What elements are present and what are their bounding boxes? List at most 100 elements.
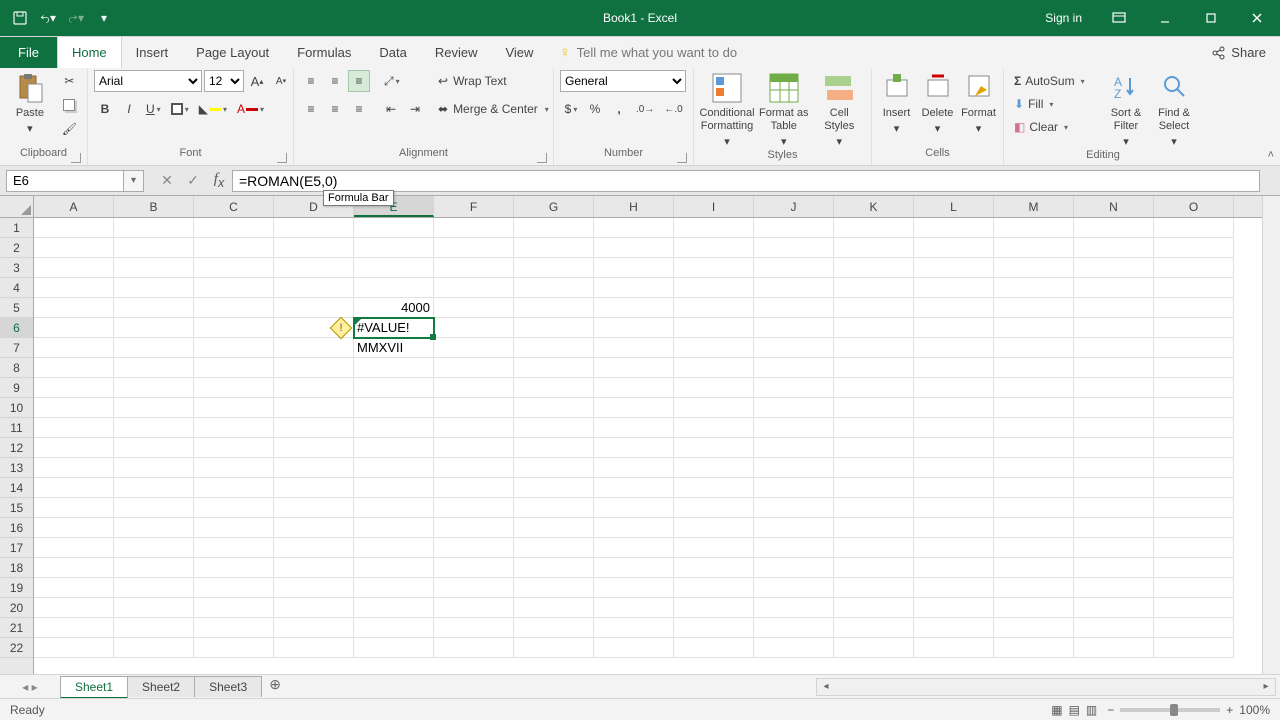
cell-A22[interactable] (34, 638, 114, 658)
cell-J9[interactable] (754, 378, 834, 398)
increase-indent-button[interactable]: ⇥ (404, 98, 426, 120)
insert-cells-button[interactable]: Insert▾ (878, 70, 915, 136)
cell-H20[interactable] (594, 598, 674, 618)
cut-button[interactable]: ✂ (58, 70, 81, 92)
cell-J5[interactable] (754, 298, 834, 318)
increase-decimal-button[interactable]: .0→ (632, 98, 658, 120)
cell-L3[interactable] (914, 258, 994, 278)
row-header-1[interactable]: 1 (0, 218, 33, 238)
fill-button[interactable]: ⬇Fill▾ (1010, 93, 1100, 115)
cell-A3[interactable] (34, 258, 114, 278)
cell-L19[interactable] (914, 578, 994, 598)
name-box[interactable] (6, 170, 124, 192)
cell-M5[interactable] (994, 298, 1074, 318)
cell-M21[interactable] (994, 618, 1074, 638)
cell-I2[interactable] (674, 238, 754, 258)
cell-G11[interactable] (514, 418, 594, 438)
cell-F5[interactable] (434, 298, 514, 318)
cell-C3[interactable] (194, 258, 274, 278)
cell-I3[interactable] (674, 258, 754, 278)
cell-K9[interactable] (834, 378, 914, 398)
cell-A5[interactable] (34, 298, 114, 318)
tab-home[interactable]: Home (57, 37, 122, 68)
cell-O5[interactable] (1154, 298, 1234, 318)
cell-G8[interactable] (514, 358, 594, 378)
cell-I20[interactable] (674, 598, 754, 618)
cell-E18[interactable] (354, 558, 434, 578)
cell-O1[interactable] (1154, 218, 1234, 238)
cell-F12[interactable] (434, 438, 514, 458)
cell-G3[interactable] (514, 258, 594, 278)
cell-I5[interactable] (674, 298, 754, 318)
cell-N17[interactable] (1074, 538, 1154, 558)
tab-view[interactable]: View (491, 37, 547, 68)
cell-N18[interactable] (1074, 558, 1154, 578)
cell-J13[interactable] (754, 458, 834, 478)
row-header-21[interactable]: 21 (0, 618, 33, 638)
cell-O4[interactable] (1154, 278, 1234, 298)
cell-J4[interactable] (754, 278, 834, 298)
number-format-select[interactable]: General (560, 70, 686, 92)
row-header-14[interactable]: 14 (0, 478, 33, 498)
align-right-button[interactable]: ≡ (348, 98, 370, 120)
formula-enter-button[interactable]: ✓ (180, 172, 206, 189)
row-header-20[interactable]: 20 (0, 598, 33, 618)
cell-O3[interactable] (1154, 258, 1234, 278)
tell-me-search[interactable]: ♀ Tell me what you want to do (547, 37, 737, 68)
cell-E11[interactable] (354, 418, 434, 438)
cell-M7[interactable] (994, 338, 1074, 358)
cell-H4[interactable] (594, 278, 674, 298)
cell-E20[interactable] (354, 598, 434, 618)
new-sheet-button[interactable]: ⊕ (261, 676, 289, 698)
cell-N2[interactable] (1074, 238, 1154, 258)
cell-M19[interactable] (994, 578, 1074, 598)
cell-C2[interactable] (194, 238, 274, 258)
fill-color-button[interactable]: ◣▾ (195, 98, 231, 120)
cell-C10[interactable] (194, 398, 274, 418)
cell-C20[interactable] (194, 598, 274, 618)
cell-J1[interactable] (754, 218, 834, 238)
cell-O7[interactable] (1154, 338, 1234, 358)
cell-D1[interactable] (274, 218, 354, 238)
cell-D9[interactable] (274, 378, 354, 398)
col-header-M[interactable]: M (994, 196, 1074, 217)
cell-C17[interactable] (194, 538, 274, 558)
cell-I13[interactable] (674, 458, 754, 478)
cell-L1[interactable] (914, 218, 994, 238)
paste-button[interactable]: Paste ▾ (6, 70, 54, 136)
cell-L13[interactable] (914, 458, 994, 478)
cell-O20[interactable] (1154, 598, 1234, 618)
cell-B16[interactable] (114, 518, 194, 538)
cell-C19[interactable] (194, 578, 274, 598)
cell-C8[interactable] (194, 358, 274, 378)
tab-review[interactable]: Review (421, 37, 492, 68)
cell-I18[interactable] (674, 558, 754, 578)
cell-A6[interactable] (34, 318, 114, 338)
redo-icon[interactable]: ▾ (68, 10, 84, 26)
cell-K5[interactable] (834, 298, 914, 318)
cell-K2[interactable] (834, 238, 914, 258)
cell-A20[interactable] (34, 598, 114, 618)
cell-B11[interactable] (114, 418, 194, 438)
cell-C15[interactable] (194, 498, 274, 518)
cell-M20[interactable] (994, 598, 1074, 618)
bold-button[interactable]: B (94, 98, 116, 120)
cell-I12[interactable] (674, 438, 754, 458)
number-dialog-icon[interactable] (677, 153, 687, 163)
cell-A17[interactable] (34, 538, 114, 558)
cell-G22[interactable] (514, 638, 594, 658)
cell-D8[interactable] (274, 358, 354, 378)
autosum-button[interactable]: ΣAutoSum▾ (1010, 70, 1100, 92)
cell-D4[interactable] (274, 278, 354, 298)
cell-K11[interactable] (834, 418, 914, 438)
cell-L18[interactable] (914, 558, 994, 578)
cell-C5[interactable] (194, 298, 274, 318)
cell-E9[interactable] (354, 378, 434, 398)
cell-N19[interactable] (1074, 578, 1154, 598)
col-header-F[interactable]: F (434, 196, 514, 217)
cell-I22[interactable] (674, 638, 754, 658)
wrap-text-button[interactable]: ↩Wrap Text (434, 70, 554, 92)
row-header-18[interactable]: 18 (0, 558, 33, 578)
cell-L17[interactable] (914, 538, 994, 558)
cell-G5[interactable] (514, 298, 594, 318)
